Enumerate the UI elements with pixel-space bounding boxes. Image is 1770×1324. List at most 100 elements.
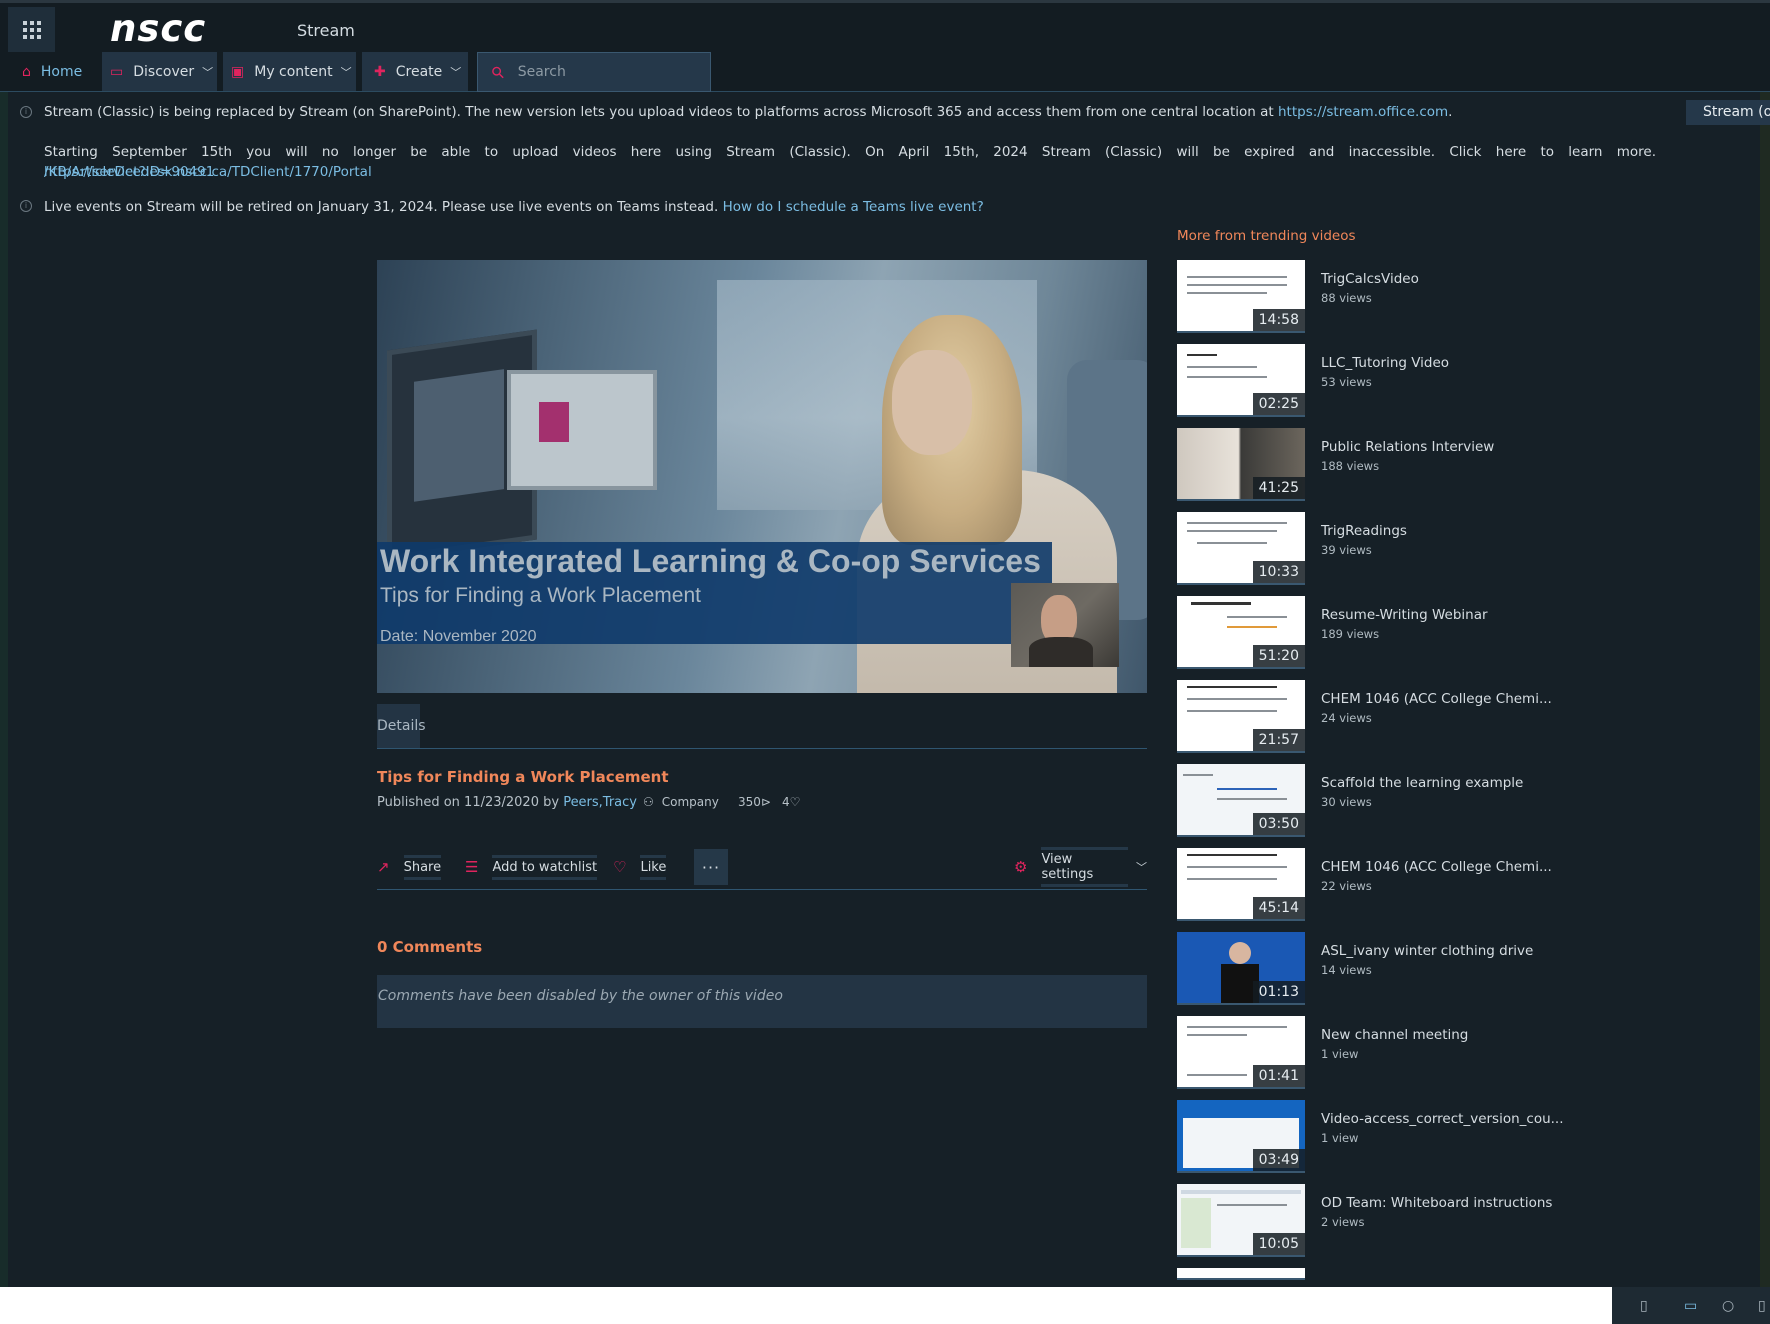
trending-item[interactable]: 45:14 CHEM 1046 (ACC College Chemi... 22… bbox=[1177, 848, 1557, 924]
video-scene-laptop bbox=[507, 370, 657, 490]
video-thumbnail[interactable]: 01:41 bbox=[1177, 1016, 1305, 1089]
trending-item[interactable]: 51:20 Resume-Writing Webinar 189 views bbox=[1177, 596, 1557, 672]
nav-home-label: Home bbox=[40, 63, 83, 80]
trending-video-title[interactable]: Video-access_correct_version_cou... bbox=[1321, 1111, 1564, 1127]
nav-my-content[interactable]: ▣ My content ﹀ bbox=[223, 52, 356, 91]
notice-live-events: Live events on Stream will be retired on… bbox=[44, 197, 984, 217]
like-label: Like bbox=[640, 854, 667, 880]
audience-info: ⚇ Company bbox=[643, 795, 719, 809]
trending-item[interactable]: 03:50 Scaffold the learning example 30 v… bbox=[1177, 764, 1557, 840]
published-label: Published on 11/23/2020 by bbox=[377, 795, 564, 810]
trending-item[interactable]: 01:13 ASL_ivany winter clothing drive 14… bbox=[1177, 932, 1557, 1008]
app-name[interactable]: Stream bbox=[297, 21, 355, 40]
video-thumbnail[interactable]: 03:50 bbox=[1177, 764, 1305, 837]
video-thumbnail[interactable]: 14:58 bbox=[1177, 260, 1305, 333]
likes-count: 4♡ bbox=[782, 795, 800, 809]
video-duration: 45:14 bbox=[1252, 897, 1305, 919]
nav-home[interactable]: ⌂ Home bbox=[22, 52, 82, 91]
top-header: nscc Stream bbox=[0, 0, 1770, 52]
teams-live-event-link[interactable]: How do I schedule a Teams live event? bbox=[723, 199, 984, 215]
trending-item-partial[interactable] bbox=[1177, 1268, 1557, 1280]
published-info: Published on 11/23/2020 by Peers,Tracy bbox=[377, 795, 637, 810]
search-input[interactable] bbox=[517, 64, 688, 80]
trending-video-title[interactable]: OD Team: Whiteboard instructions bbox=[1321, 1195, 1552, 1211]
notice-upload-deadline: Starting September 15th you will no long… bbox=[44, 142, 1656, 182]
trending-video-title[interactable]: Scaffold the learning example bbox=[1321, 775, 1523, 791]
nav-my-content-label: My content bbox=[254, 63, 333, 80]
action-divider bbox=[377, 889, 1147, 890]
trending-video-title[interactable]: Resume-Writing Webinar bbox=[1321, 607, 1488, 623]
notice-stream-replacement: Stream (Classic) is being replaced by St… bbox=[44, 102, 1452, 122]
window-icon[interactable]: ▯ bbox=[1758, 1298, 1766, 1314]
trending-video-views: 1 view bbox=[1321, 1131, 1359, 1145]
trending-video-title[interactable]: Public Relations Interview bbox=[1321, 439, 1494, 455]
video-thumbnail[interactable]: 10:05 bbox=[1177, 1184, 1305, 1257]
like-button[interactable]: ♡ Like bbox=[613, 849, 667, 885]
waffle-icon bbox=[22, 20, 41, 39]
video-thumbnail[interactable]: 51:20 bbox=[1177, 596, 1305, 669]
nav-discover[interactable]: ▭ Discover ﹀ bbox=[102, 52, 217, 91]
share-icon: ↗ bbox=[377, 858, 390, 876]
trending-video-title[interactable]: ASL_ivany winter clothing drive bbox=[1321, 943, 1533, 959]
folder-icon[interactable]: ▭ bbox=[1684, 1298, 1697, 1314]
tab-details[interactable]: Details bbox=[377, 704, 426, 748]
discover-icon: ▭ bbox=[110, 63, 124, 80]
trending-item[interactable]: 21:57 CHEM 1046 (ACC College Chemi... 24… bbox=[1177, 680, 1557, 756]
add-to-watchlist-button[interactable]: ☰ Add to watchlist bbox=[465, 849, 598, 885]
video-thumbnail[interactable]: 02:25 bbox=[1177, 344, 1305, 417]
trending-video-title[interactable]: CHEM 1046 (ACC College Chemi... bbox=[1321, 859, 1552, 875]
comments-box: Comments have been disabled by the owner… bbox=[377, 975, 1147, 1028]
more-options-button[interactable]: ··· bbox=[694, 849, 728, 885]
author-link[interactable]: Peers,Tracy bbox=[563, 795, 637, 810]
trending-item[interactable]: 41:25 Public Relations Interview 188 vie… bbox=[1177, 428, 1557, 504]
video-duration: 01:13 bbox=[1252, 981, 1305, 1003]
video-thumbnail[interactable] bbox=[1177, 1268, 1305, 1280]
share-label: Share bbox=[403, 854, 442, 880]
video-player[interactable]: Work Integrated Learning & Co-op Service… bbox=[377, 260, 1147, 693]
video-thumbnail[interactable]: 21:57 bbox=[1177, 680, 1305, 753]
trending-video-title[interactable]: TrigCalcsVideo bbox=[1321, 271, 1419, 287]
play-circle-icon: ⊳ bbox=[760, 795, 771, 809]
servicedesk-link-cont[interactable]: /KB/ArticleDet?ID=90491 bbox=[44, 164, 214, 180]
my-content-icon: ▣ bbox=[231, 63, 245, 80]
stream-new-button[interactable]: Stream (on bbox=[1686, 100, 1770, 125]
trending-item[interactable]: 10:33 TrigReadings 39 views bbox=[1177, 512, 1557, 588]
video-thumbnail[interactable]: 41:25 bbox=[1177, 428, 1305, 501]
video-thumbnail[interactable]: 45:14 bbox=[1177, 848, 1305, 921]
app-launcher-button[interactable] bbox=[8, 7, 55, 52]
slide-title: Work Integrated Learning & Co-op Service… bbox=[380, 543, 1041, 579]
likes-value: 4 bbox=[782, 795, 790, 809]
trending-item[interactable]: 10:05 OD Team: Whiteboard instructions 2… bbox=[1177, 1184, 1557, 1260]
chevron-down-icon: ﹀ bbox=[202, 65, 214, 79]
trending-video-title[interactable]: LLC_Tutoring Video bbox=[1321, 355, 1449, 371]
chevron-down-icon: ﹀ bbox=[450, 65, 462, 79]
trending-video-title[interactable]: New channel meeting bbox=[1321, 1027, 1468, 1043]
trending-video-title[interactable]: TrigReadings bbox=[1321, 523, 1407, 539]
trending-item[interactable]: 14:58 TrigCalcsVideo 88 views bbox=[1177, 260, 1557, 336]
trending-item[interactable]: 03:49 Video-access_correct_version_cou..… bbox=[1177, 1100, 1564, 1176]
trending-item[interactable]: 01:41 New channel meeting 1 view bbox=[1177, 1016, 1557, 1092]
action-bar: ↗ Share ☰ Add to watchlist ♡ Like ··· ⚙ … bbox=[377, 847, 1147, 890]
background-edge-left bbox=[0, 92, 8, 1287]
nav-create[interactable]: ✚ Create ﹀ bbox=[362, 52, 468, 91]
panel-icon[interactable]: ▯ bbox=[1640, 1298, 1648, 1314]
view-settings-button[interactable]: ⚙ View settings ﹀ bbox=[1014, 847, 1147, 887]
video-thumbnail[interactable]: 03:49 bbox=[1177, 1100, 1305, 1173]
search-icon[interactable]: ○ bbox=[1722, 1298, 1734, 1314]
video-duration: 03:49 bbox=[1252, 1149, 1305, 1171]
share-button[interactable]: ↗ Share bbox=[377, 849, 442, 885]
stream-office-link[interactable]: https://stream.office.com bbox=[1278, 104, 1448, 120]
heart-outline-icon: ♡ bbox=[789, 795, 801, 809]
nscc-logo[interactable]: nscc bbox=[110, 7, 206, 50]
trending-video-title[interactable]: CHEM 1046 (ACC College Chemi... bbox=[1321, 691, 1552, 707]
video-duration: 21:57 bbox=[1252, 729, 1305, 751]
views-count: 350⊳ bbox=[738, 795, 771, 809]
bottom-bar bbox=[0, 1287, 1612, 1324]
search-box[interactable]: ⚲ bbox=[477, 52, 711, 92]
video-thumbnail[interactable]: 10:33 bbox=[1177, 512, 1305, 585]
video-duration: 10:05 bbox=[1252, 1233, 1305, 1255]
trending-title: More from trending videos bbox=[1177, 228, 1356, 244]
heart-icon: ♡ bbox=[613, 858, 627, 876]
video-thumbnail[interactable]: 01:13 bbox=[1177, 932, 1305, 1005]
trending-item[interactable]: 02:25 LLC_Tutoring Video 53 views bbox=[1177, 344, 1557, 420]
